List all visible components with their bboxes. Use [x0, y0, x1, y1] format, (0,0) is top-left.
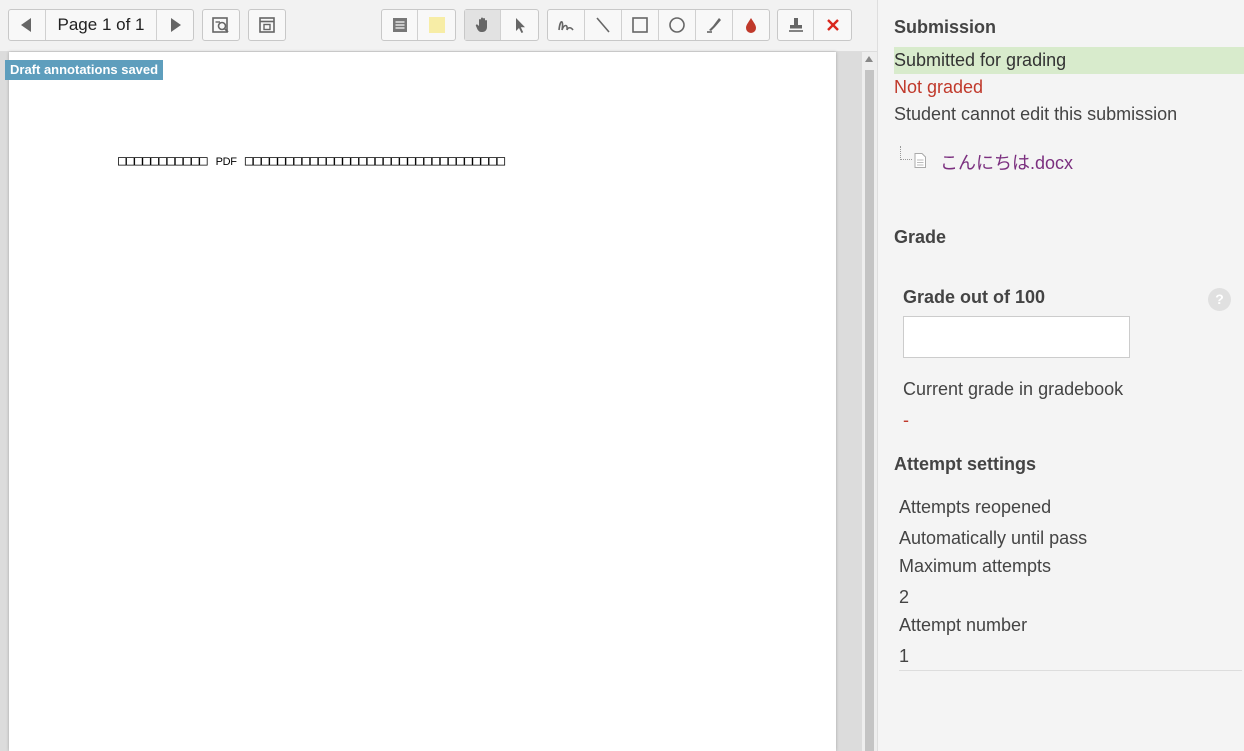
window-icon: [259, 17, 275, 33]
page-viewport[interactable]: □□□□□□□□□□□ PDF □□□□□□□□□□□□□□□□□□□□□□□□…: [0, 52, 862, 751]
navigation-tools: [464, 9, 539, 41]
edit-status: Student cannot edit this submission: [894, 104, 1178, 124]
highlight-tool-button[interactable]: [696, 10, 733, 40]
editor-toolbar: Page 1 of 1: [0, 0, 877, 52]
divider: [899, 670, 1242, 671]
maximum-attempts-label: Maximum attempts: [899, 556, 1052, 576]
submission-heading: Submission: [894, 17, 997, 37]
search-comments-group: [202, 9, 240, 41]
colour-drop-icon: [746, 18, 756, 33]
circle-icon: [669, 17, 685, 33]
annotation-colour-button[interactable]: [733, 10, 769, 40]
attempts-reopened-value: Automatically until pass: [899, 528, 1088, 548]
comment-tools: [381, 9, 456, 41]
vertical-scrollbar[interactable]: [862, 52, 877, 751]
grade-input[interactable]: [903, 316, 1130, 358]
maximum-attempts-value: 2: [899, 587, 910, 607]
stamp-icon: [788, 18, 803, 32]
attempt-settings-heading: Attempt settings: [894, 454, 1037, 474]
stamp-tool-button[interactable]: [778, 10, 814, 40]
pdf-text-glyphs: □□□□□□□□□□□: [118, 153, 208, 169]
scroll-up-arrow-icon[interactable]: [865, 56, 873, 62]
rectangle-icon: [632, 17, 648, 33]
page-navigation: Page 1 of 1: [8, 9, 194, 41]
expand-group: [248, 9, 286, 41]
search-comments-icon: [212, 17, 229, 33]
stamp-tools: [777, 9, 852, 41]
current-grade-label: Current grade in gradebook: [903, 379, 1124, 399]
annotation-editor: Page 1 of 1 □□□□□□□□□□□ PDF □□□□□□□□□□□□…: [0, 0, 877, 751]
pdf-page-text: □□□□□□□□□□□ PDF □□□□□□□□□□□□□□□□□□□□□□□□…: [118, 153, 505, 169]
comment-colour-button[interactable]: [418, 10, 455, 40]
pan-tool-button[interactable]: [465, 10, 501, 40]
rectangle-tool-button[interactable]: [622, 10, 659, 40]
drawing-tools: [547, 9, 770, 41]
line-tool-button[interactable]: [585, 10, 622, 40]
current-grade-value: -: [903, 410, 909, 430]
pdf-text-pdf: PDF: [215, 156, 237, 168]
grading-status: Not graded: [894, 77, 984, 97]
hand-icon: [475, 17, 487, 32]
document-icon: [914, 153, 926, 168]
comment-button[interactable]: [382, 10, 418, 40]
line-icon: [596, 17, 610, 33]
triangle-left-icon: [21, 18, 31, 32]
draft-saved-badge: Draft annotations saved: [5, 60, 164, 80]
triangle-right-icon: [171, 18, 181, 32]
help-icon[interactable]: ?: [1208, 288, 1231, 311]
expand-comments-button[interactable]: [249, 10, 285, 40]
submission-status: Submitted for grading: [894, 47, 1244, 74]
pen-scribble-icon: [558, 20, 574, 31]
search-comments-button[interactable]: [203, 10, 239, 40]
pen-tool-button[interactable]: [548, 10, 585, 40]
grading-panel: Submission Submitted for grading Not gra…: [877, 0, 1244, 751]
cursor-arrow-icon: [515, 18, 525, 33]
next-page-button[interactable]: [157, 10, 193, 40]
attempts-reopened-label: Attempts reopened: [899, 497, 1052, 517]
grade-heading: Grade: [894, 227, 947, 247]
close-icon: [826, 19, 839, 31]
attempt-number-value: 1: [899, 646, 910, 666]
attempt-number-label: Attempt number: [899, 615, 1028, 635]
previous-page-button[interactable]: [9, 10, 46, 40]
delete-annotation-button[interactable]: [814, 10, 851, 40]
comment-icon: [392, 18, 407, 32]
grade-out-of-label: Grade out of 100: [903, 287, 1046, 307]
colour-swatch-icon: [428, 17, 445, 33]
pdf-text-glyphs-2: □□□□□□□□□□□□□□□□□□□□□□□□□□□□□□□□: [244, 153, 505, 169]
pdf-page[interactable]: □□□□□□□□□□□ PDF □□□□□□□□□□□□□□□□□□□□□□□□…: [9, 52, 836, 751]
submitted-file-link[interactable]: こんにちは.docx: [940, 149, 1073, 175]
oval-tool-button[interactable]: [659, 10, 696, 40]
highlighter-icon: [707, 18, 721, 33]
scrollbar-thumb[interactable]: [865, 70, 874, 751]
file-tree-connector: [900, 146, 912, 160]
select-tool-button[interactable]: [501, 10, 538, 40]
page-select[interactable]: Page 1 of 1: [46, 10, 157, 40]
